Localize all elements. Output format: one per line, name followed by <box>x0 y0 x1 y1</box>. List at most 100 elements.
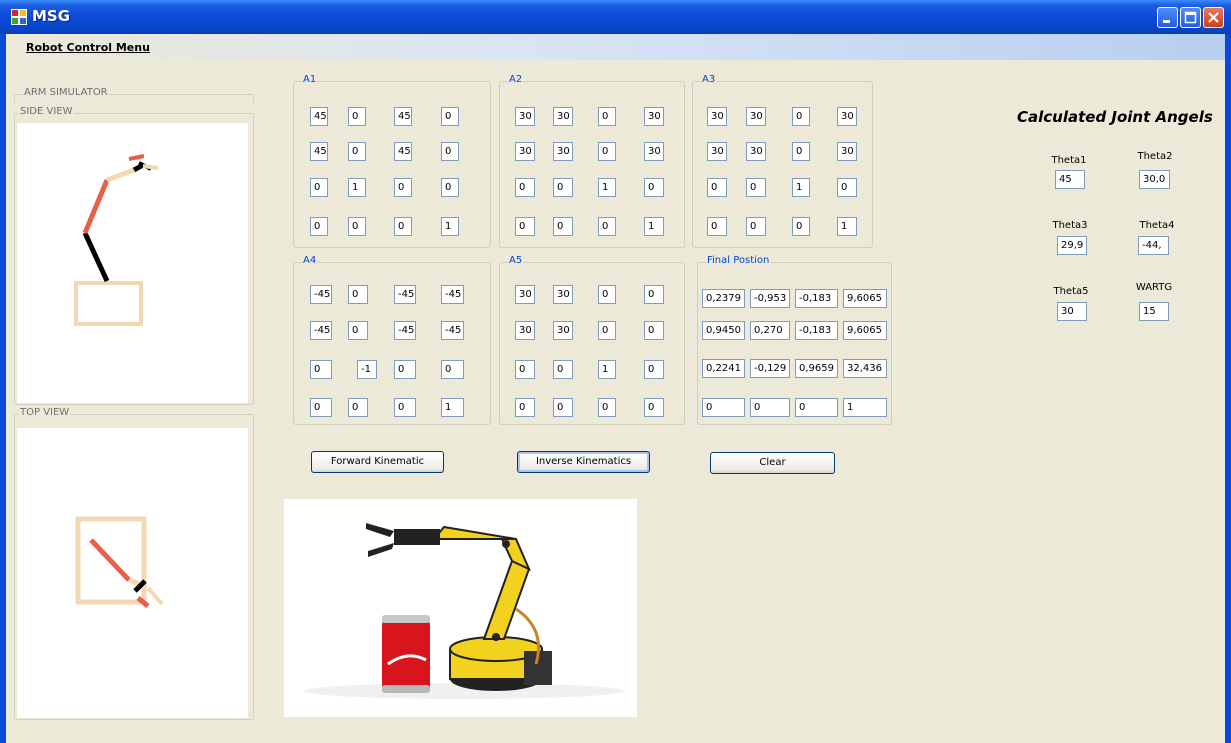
a5-cell[interactable]: 30 <box>553 285 573 304</box>
theta4-field[interactable]: -44, <box>1138 236 1169 255</box>
a2-cell[interactable]: 30 <box>515 142 535 161</box>
a2-cell[interactable]: 0 <box>598 217 616 236</box>
a3-cell[interactable]: 30 <box>837 142 857 161</box>
a5-cell[interactable]: 0 <box>553 398 573 417</box>
a3-cell[interactable]: 0 <box>792 142 810 161</box>
a2-cell[interactable]: 0 <box>644 178 664 197</box>
a3-cell[interactable]: 30 <box>746 107 766 126</box>
theta2-field[interactable]: 30,0 <box>1139 170 1170 189</box>
a2-cell[interactable]: 0 <box>553 217 573 236</box>
a3-cell[interactable]: 0 <box>746 217 766 236</box>
a4-cell[interactable]: 0 <box>348 321 368 340</box>
a1-cell[interactable]: 0 <box>441 142 459 161</box>
a5-cell[interactable]: 0 <box>553 360 573 379</box>
a5-cell[interactable]: 0 <box>598 285 616 304</box>
a3-cell[interactable]: 0 <box>746 178 766 197</box>
forward-kinematic-button[interactable]: Forward Kinematic <box>311 451 444 473</box>
a5-cell[interactable]: 0 <box>598 398 616 417</box>
final-position-cell[interactable]: 0,270 <box>750 321 790 340</box>
a2-cell[interactable]: 0 <box>598 107 616 126</box>
a3-cell[interactable]: 1 <box>837 217 857 236</box>
a2-cell[interactable]: 30 <box>553 142 573 161</box>
a1-cell[interactable]: 45 <box>394 142 412 161</box>
a4-cell[interactable]: 0 <box>310 360 332 379</box>
a1-cell[interactable]: 0 <box>310 217 328 236</box>
final-position-cell[interactable]: 0,2379 <box>702 289 745 308</box>
a1-cell[interactable]: 0 <box>441 107 459 126</box>
a3-cell[interactable]: 1 <box>792 178 810 197</box>
theta5-field[interactable]: 30 <box>1057 302 1087 321</box>
final-position-cell[interactable]: 0,2241 <box>702 359 745 378</box>
a4-cell[interactable]: 0 <box>394 360 416 379</box>
a5-cell[interactable]: 1 <box>598 360 616 379</box>
a2-cell[interactable]: 30 <box>644 107 664 126</box>
a3-cell[interactable]: 0 <box>707 217 727 236</box>
a5-cell[interactable]: 30 <box>553 321 573 340</box>
final-position-cell[interactable]: 9,6065 <box>843 321 887 340</box>
a5-cell[interactable]: 0 <box>644 321 664 340</box>
a4-cell[interactable]: -45 <box>394 285 416 304</box>
a2-cell[interactable]: 30 <box>644 142 664 161</box>
a1-cell[interactable]: 0 <box>348 217 366 236</box>
a4-cell[interactable]: -45 <box>310 285 332 304</box>
a3-cell[interactable]: 30 <box>707 142 727 161</box>
a5-cell[interactable]: 30 <box>515 285 535 304</box>
clear-button[interactable]: Clear <box>710 452 835 474</box>
inverse-kinematics-button[interactable]: Inverse Kinematics <box>517 451 650 473</box>
a4-cell[interactable]: 0 <box>310 398 332 417</box>
a2-cell[interactable]: 30 <box>553 107 573 126</box>
a4-cell[interactable]: 0 <box>348 285 368 304</box>
a2-cell[interactable]: 0 <box>553 178 573 197</box>
a3-cell[interactable]: 0 <box>792 217 810 236</box>
menu-robot-control[interactable]: Robot Control Menu <box>26 41 150 54</box>
final-position-cell[interactable]: 1 <box>843 398 887 417</box>
final-position-cell[interactable]: -0,183 <box>795 321 838 340</box>
a1-cell[interactable]: 45 <box>310 142 328 161</box>
a2-cell[interactable]: 0 <box>598 142 616 161</box>
a5-cell[interactable]: 0 <box>515 398 535 417</box>
final-position-cell[interactable]: -0,129 <box>750 359 790 378</box>
final-position-cell[interactable]: 32,436 <box>843 359 887 378</box>
a4-cell[interactable]: -45 <box>310 321 332 340</box>
a1-cell[interactable]: 0 <box>394 217 412 236</box>
final-position-cell[interactable]: 0,9450 <box>702 321 745 340</box>
a1-cell[interactable]: 0 <box>441 178 459 197</box>
a5-cell[interactable]: 0 <box>598 321 616 340</box>
a5-cell[interactable]: 0 <box>644 398 664 417</box>
a3-cell[interactable]: 30 <box>707 107 727 126</box>
a1-cell[interactable]: 1 <box>441 217 459 236</box>
a3-cell[interactable]: 0 <box>707 178 727 197</box>
final-position-cell[interactable]: -0,183 <box>795 289 838 308</box>
final-position-cell[interactable]: 0 <box>702 398 745 417</box>
a1-cell[interactable]: 45 <box>310 107 328 126</box>
wartg-field[interactable]: 15 <box>1139 302 1169 321</box>
a1-cell[interactable]: 1 <box>348 178 366 197</box>
a2-cell[interactable]: 30 <box>515 107 535 126</box>
theta1-field[interactable]: 45 <box>1055 170 1085 189</box>
a3-cell[interactable]: 0 <box>792 107 810 126</box>
close-button[interactable] <box>1203 7 1224 28</box>
final-position-cell[interactable]: 0 <box>750 398 790 417</box>
a4-cell[interactable]: 0 <box>441 360 464 379</box>
maximize-button[interactable] <box>1180 7 1201 28</box>
a4-cell[interactable]: -45 <box>441 285 464 304</box>
a2-cell[interactable]: 0 <box>515 217 535 236</box>
a3-cell[interactable]: 30 <box>837 107 857 126</box>
a4-cell[interactable]: -45 <box>441 321 464 340</box>
a1-cell[interactable]: 45 <box>394 107 412 126</box>
a5-cell[interactable]: 0 <box>644 285 664 304</box>
a5-cell[interactable]: 30 <box>515 321 535 340</box>
a4-cell[interactable]: 0 <box>348 398 368 417</box>
final-position-cell[interactable]: 0 <box>795 398 838 417</box>
a1-cell[interactable]: 0 <box>348 107 366 126</box>
a1-cell[interactable]: 0 <box>310 178 328 197</box>
theta3-field[interactable]: 29,9 <box>1057 236 1087 255</box>
a5-cell[interactable]: 0 <box>515 360 535 379</box>
minimize-button[interactable] <box>1157 7 1178 28</box>
a4-cell[interactable]: -45 <box>394 321 416 340</box>
a1-cell[interactable]: 0 <box>394 178 412 197</box>
final-position-cell[interactable]: 9,6065 <box>843 289 887 308</box>
a3-cell[interactable]: 30 <box>746 142 766 161</box>
a4-cell[interactable]: 1 <box>441 398 464 417</box>
a2-cell[interactable]: 1 <box>644 217 664 236</box>
